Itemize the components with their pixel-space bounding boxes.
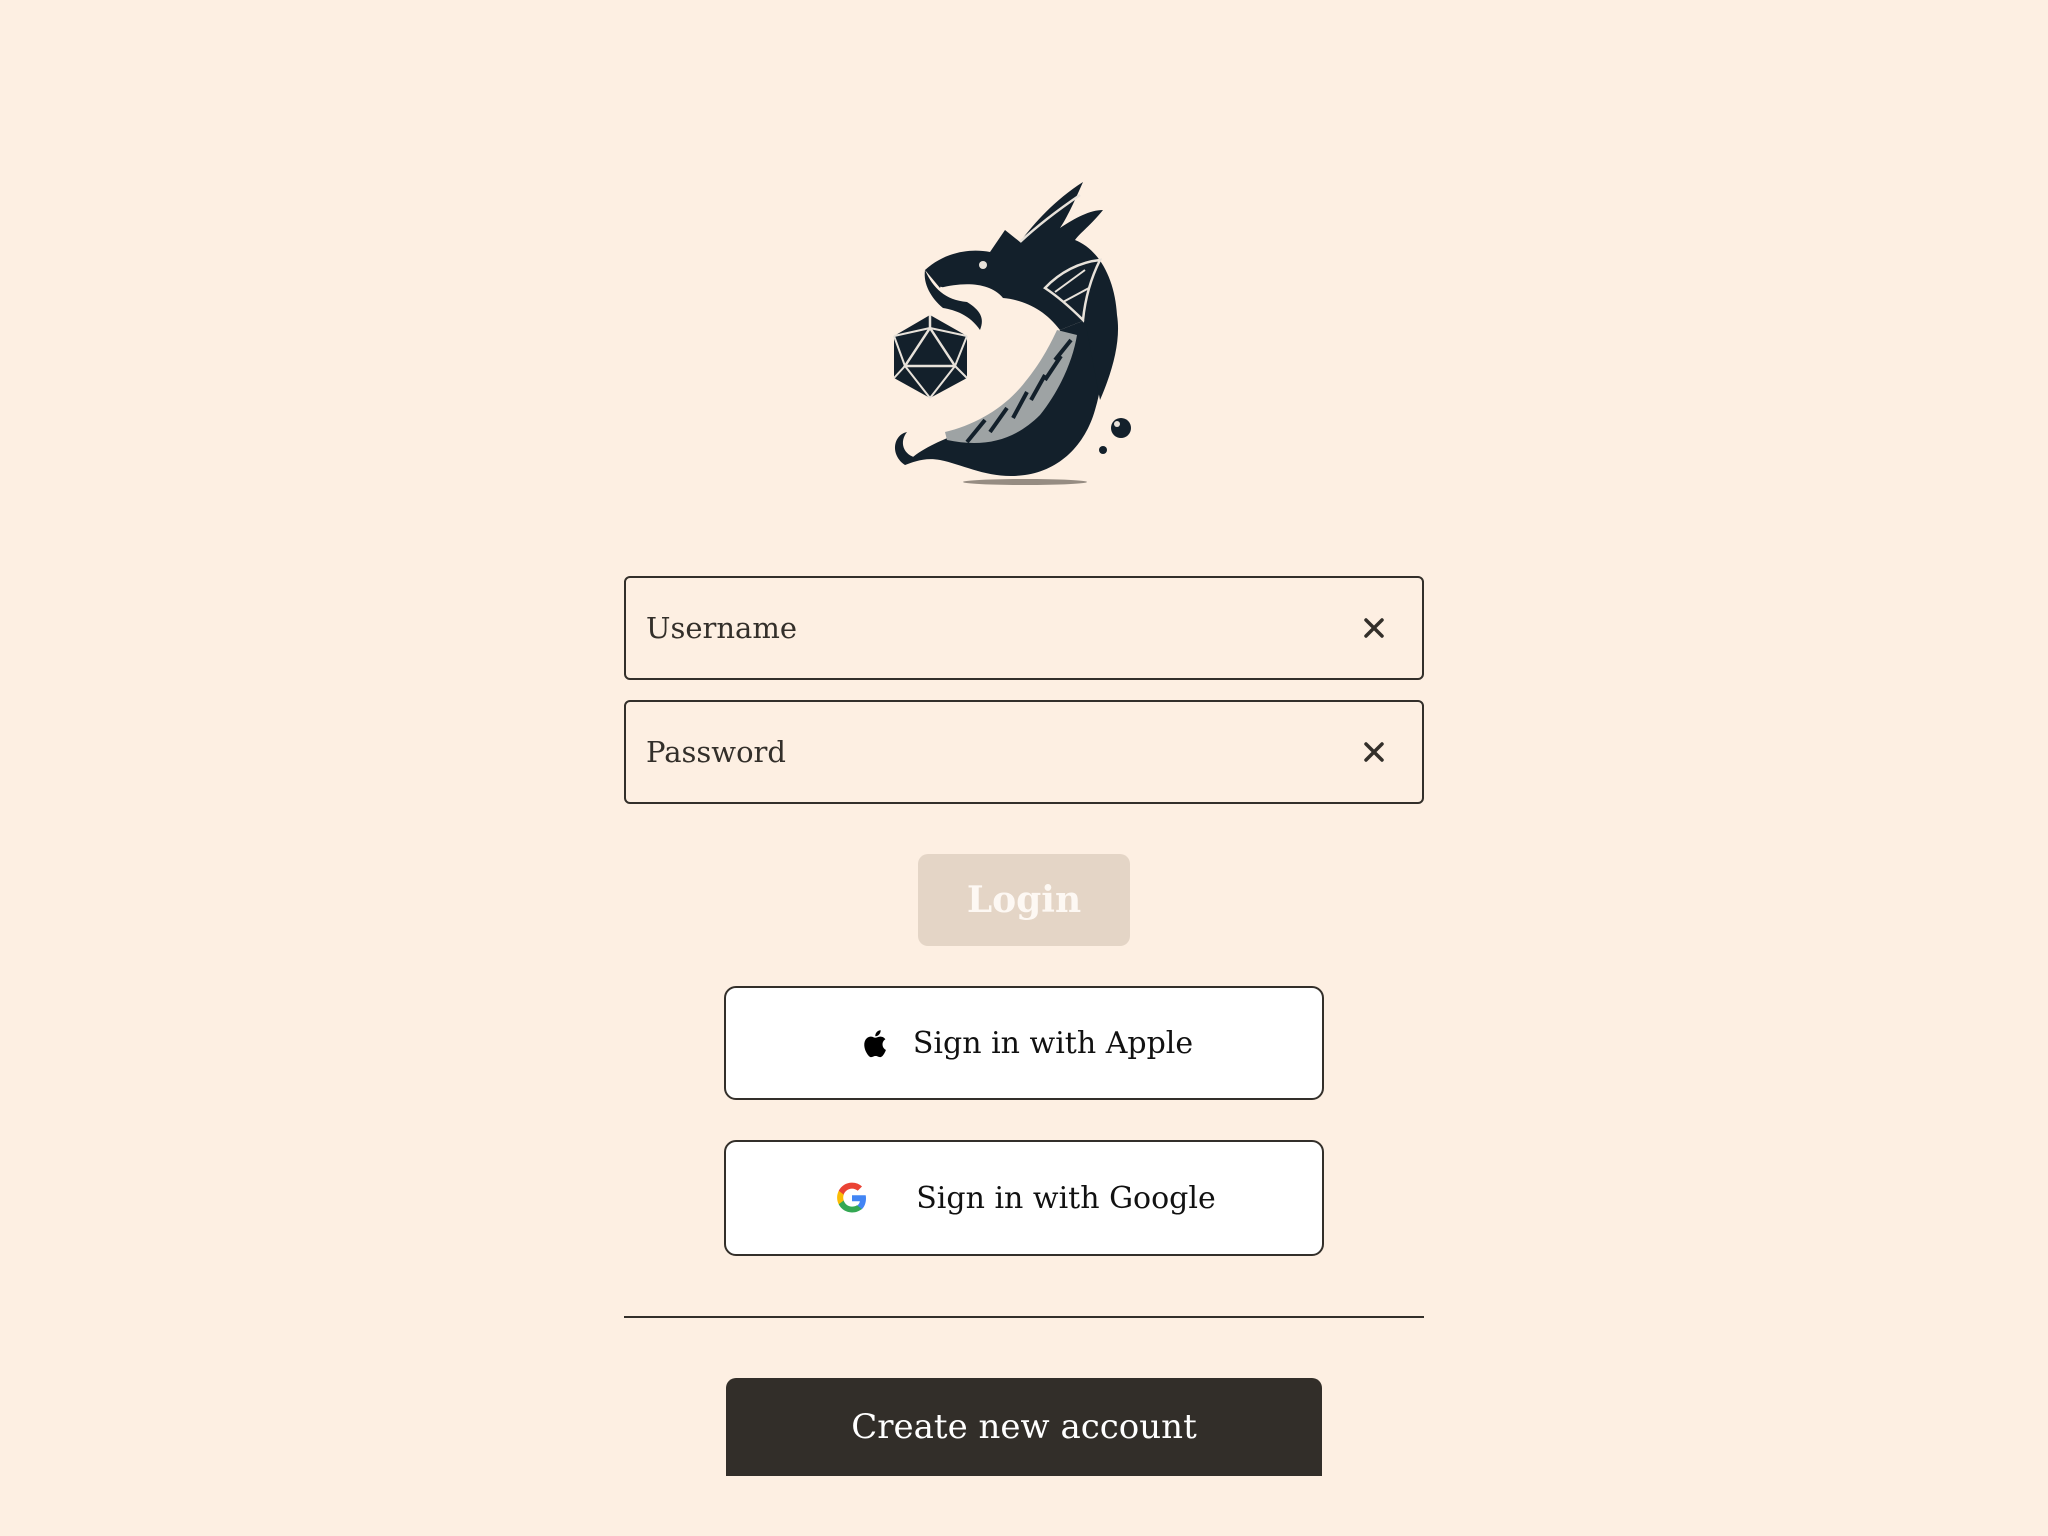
create-account-button[interactable]: Create new account — [726, 1378, 1322, 1476]
apple-icon — [855, 1023, 895, 1063]
login-button-label: Login — [966, 879, 1082, 921]
close-icon[interactable] — [1356, 610, 1392, 646]
close-icon[interactable] — [1356, 734, 1392, 770]
sign-in-google-button[interactable]: Sign in with Google — [724, 1140, 1324, 1256]
sign-in-apple-label: Sign in with Apple — [912, 1025, 1194, 1061]
sign-in-apple-button[interactable]: Sign in with Apple — [724, 986, 1324, 1100]
dragon-logo — [893, 182, 1131, 485]
sign-in-google-label: Sign in with Google — [916, 1180, 1216, 1216]
google-icon — [832, 1178, 872, 1218]
divider — [624, 1316, 1424, 1318]
login-button[interactable]: Login — [918, 854, 1130, 946]
password-input[interactable] — [646, 702, 1346, 802]
create-account-label: Create new account — [851, 1407, 1197, 1447]
d20-icon — [893, 315, 968, 399]
username-field[interactable] — [624, 576, 1424, 680]
username-input[interactable] — [646, 578, 1346, 678]
login-screen: Login Sign in with Apple Sign in with Go… — [0, 0, 2048, 1536]
password-field[interactable] — [624, 700, 1424, 804]
